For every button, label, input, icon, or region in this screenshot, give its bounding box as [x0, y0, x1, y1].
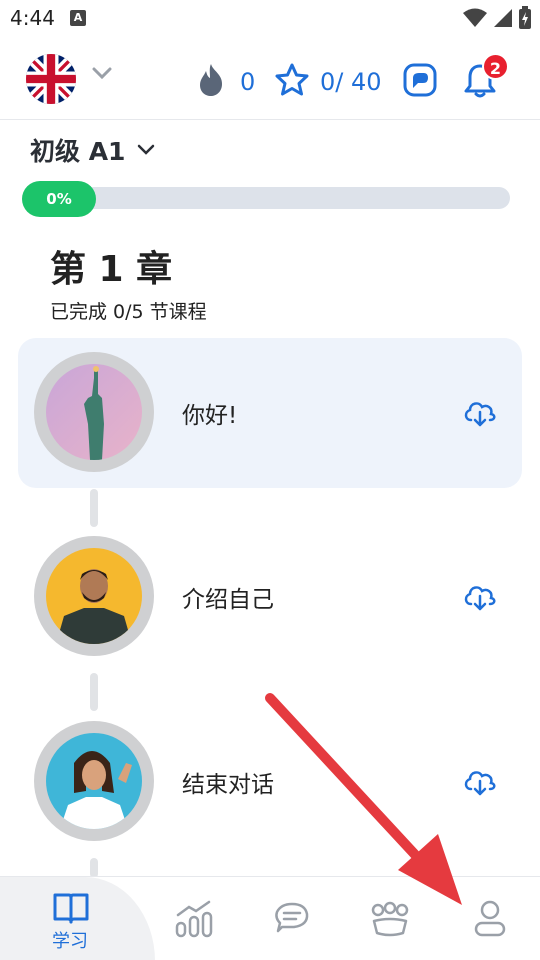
chat-icon — [275, 902, 309, 933]
nav-stats-tab[interactable] — [174, 899, 214, 943]
lesson-item[interactable]: 结束对话 — [18, 707, 522, 857]
signal-icon — [494, 9, 512, 27]
chapter-title: 第 1 章 — [50, 249, 173, 290]
bottom-nav: 学习 — [0, 876, 540, 960]
level-label: 初级 A1 — [30, 137, 126, 166]
wifi-icon — [463, 8, 487, 27]
stars-count: 0/ 40 — [320, 68, 382, 96]
status-icons — [462, 6, 532, 30]
profile-icon — [474, 900, 506, 937]
woman-waving-photo — [46, 733, 142, 829]
nav-profile-tab[interactable] — [472, 899, 508, 943]
lesson-title: 结束对话 — [182, 772, 274, 798]
nav-chat-tab[interactable] — [272, 901, 312, 943]
uk-flag-icon[interactable] — [26, 54, 76, 104]
chat-bubble-icon[interactable] — [402, 62, 438, 98]
chevron-down-icon[interactable] — [92, 66, 112, 80]
lesson-item[interactable]: 你好! — [18, 338, 522, 488]
level-selector[interactable]: 初级 A1 — [30, 132, 155, 168]
chevron-down-icon — [138, 144, 155, 155]
notification-badge: 2 — [482, 53, 509, 80]
star-icon[interactable] — [274, 62, 310, 98]
nav-learn-label: 学习 — [52, 931, 88, 952]
lesson-title: 你好! — [182, 403, 238, 429]
stats-icon — [175, 900, 213, 938]
status-bar: 4:44 A — [0, 0, 540, 36]
streak-count: 0 — [240, 68, 256, 96]
chapter-subtitle: 已完成 0/5 节课程 — [50, 301, 207, 323]
man-pointing-photo — [46, 548, 142, 644]
cloud-download-icon[interactable] — [462, 767, 498, 797]
level-progress-fill: 0% — [22, 181, 96, 217]
battery-icon — [519, 6, 531, 29]
top-bar: 0 0/ 40 2 — [0, 40, 540, 120]
lesson-title: 介绍自己 — [182, 587, 274, 613]
statue-of-liberty-photo — [46, 364, 142, 460]
status-notification-icon: A — [70, 10, 86, 26]
book-icon — [53, 893, 89, 924]
cloud-download-icon[interactable] — [462, 398, 498, 428]
nav-learn-tab[interactable] — [52, 891, 90, 929]
cloud-download-icon[interactable] — [462, 582, 498, 612]
lesson-connector — [90, 858, 98, 878]
lesson-item[interactable]: 介绍自己 — [18, 522, 522, 672]
flame-icon[interactable] — [196, 62, 226, 98]
lesson-connector — [90, 673, 98, 711]
nav-community-tab[interactable] — [370, 901, 410, 943]
community-icon — [371, 901, 409, 937]
status-time: 4:44 — [10, 6, 55, 30]
